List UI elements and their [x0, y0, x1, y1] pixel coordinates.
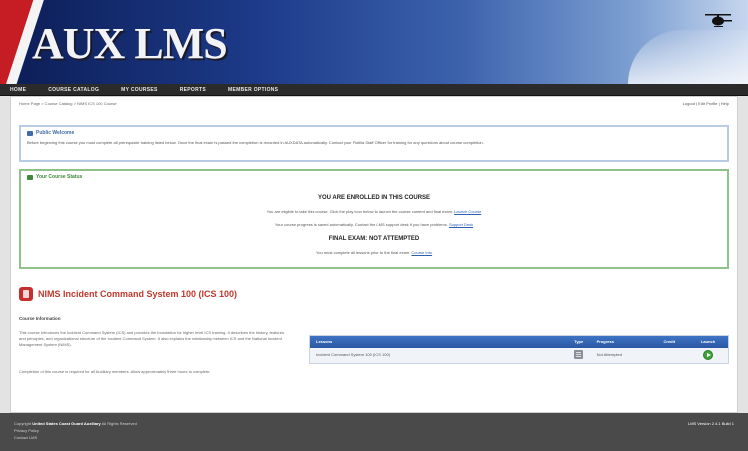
course-info-heading: Course Information: [19, 316, 61, 321]
contact-link[interactable]: Contact LMS: [14, 435, 37, 441]
col-credit: Credit: [663, 338, 676, 344]
launch-course-link[interactable]: Launch Course: [454, 209, 481, 214]
status-title-text: Your Course Status: [36, 174, 83, 180]
main-nav: HOME COURSE CATALOG MY COURSES REPORTS M…: [0, 84, 748, 96]
user-links[interactable]: Logout | Edit Profile | Help: [683, 101, 729, 107]
lesson-progress: Not Attempted: [596, 352, 622, 358]
nav-course-catalog[interactable]: COURSE CATALOG: [48, 87, 99, 93]
version-info: LMS Version 2.4.1 Build 1: [687, 421, 734, 426]
document-icon: [574, 350, 584, 360]
helicopter-icon: [705, 14, 732, 27]
status-line-5-text: You must complete all lessons prior to t…: [315, 249, 411, 255]
lesson-name: Incident Command System 100 (ICS 100): [316, 352, 391, 358]
table-header: Lessons Type Progress Credit Launch: [310, 336, 728, 348]
check-icon: [27, 174, 33, 180]
notice-box: Public Welcome Before beginning this cou…: [19, 125, 729, 162]
col-launch: Launch: [700, 338, 716, 344]
status-line-5: You must complete all lessons prior to t…: [21, 249, 727, 256]
status-title: Your Course Status: [27, 174, 82, 180]
status-line-3-text: Your course progress is saved automatica…: [274, 221, 448, 227]
rights-text: All Rights Reserved: [101, 421, 137, 426]
status-line-2-text: You are eligible to take this course. Cl…: [266, 209, 454, 215]
org-link[interactable]: United States Coast Guard Auxiliary: [32, 421, 101, 426]
col-progress: Progress: [596, 338, 614, 344]
nav-reports[interactable]: REPORTS: [180, 87, 206, 93]
support-desk-link[interactable]: Support Desk: [449, 222, 473, 227]
site-logo[interactable]: AUX LMS: [32, 22, 228, 66]
enrollment-status: YOU ARE ENROLLED IN THIS COURSE: [317, 195, 431, 201]
status-line-2: You are eligible to take this course. Cl…: [21, 209, 727, 215]
nav-member-options[interactable]: MEMBER OPTIONS: [228, 87, 278, 93]
breadcrumb[interactable]: Home Page > Course Catalog > NIMS ICS 10…: [19, 101, 117, 107]
course-requirements: Completion of this course is required fo…: [19, 369, 211, 374]
footer-copyright: Copyright United States Coast Guard Auxi…: [14, 421, 137, 427]
table-row: Incident Command System 100 (ICS 100) No…: [310, 348, 728, 363]
lesson-launch-cell: [688, 349, 728, 362]
course-header: NIMS Incident Command System 100 (ICS 10…: [19, 287, 237, 301]
lesson-type-cell: [567, 350, 591, 361]
notice-text: Before beginning this course you must co…: [27, 140, 484, 145]
launch-play-icon[interactable]: [703, 349, 714, 360]
course-description: This course introduces the Incident Comm…: [19, 330, 284, 347]
course-book-icon: [19, 287, 33, 301]
status-line-3: Your course progress is saved automatica…: [21, 221, 727, 228]
col-type: Type: [574, 338, 584, 344]
lessons-table: Lessons Type Progress Credit Launch Inci…: [309, 335, 729, 364]
notice-title: Public Welcome: [27, 130, 74, 136]
course-info-link[interactable]: Course Info: [411, 250, 432, 255]
privacy-link[interactable]: Privacy Policy: [14, 428, 39, 434]
content-panel: Home Page > Course Catalog > NIMS ICS 10…: [10, 96, 738, 413]
info-icon: [27, 130, 33, 136]
course-status-box: Your Course Status YOU ARE ENROLLED IN T…: [19, 169, 729, 269]
nav-home[interactable]: HOME: [10, 87, 26, 93]
status-body: YOU ARE ENROLLED IN THIS COURSE You are …: [21, 195, 727, 264]
exam-status: FINAL EXAM: NOT ATTEMPTED: [328, 235, 420, 242]
nav-my-courses[interactable]: MY COURSES: [121, 87, 158, 93]
copyright-label: Copyright: [14, 421, 32, 426]
site-header: AUX LMS: [0, 0, 748, 84]
course-title: NIMS Incident Command System 100 (ICS 10…: [38, 288, 238, 299]
notice-title-text: Public Welcome: [36, 130, 75, 136]
col-lessons: Lessons: [316, 338, 333, 344]
header-sky-graphic: [628, 30, 748, 84]
site-footer: Copyright United States Coast Guard Auxi…: [0, 413, 748, 451]
